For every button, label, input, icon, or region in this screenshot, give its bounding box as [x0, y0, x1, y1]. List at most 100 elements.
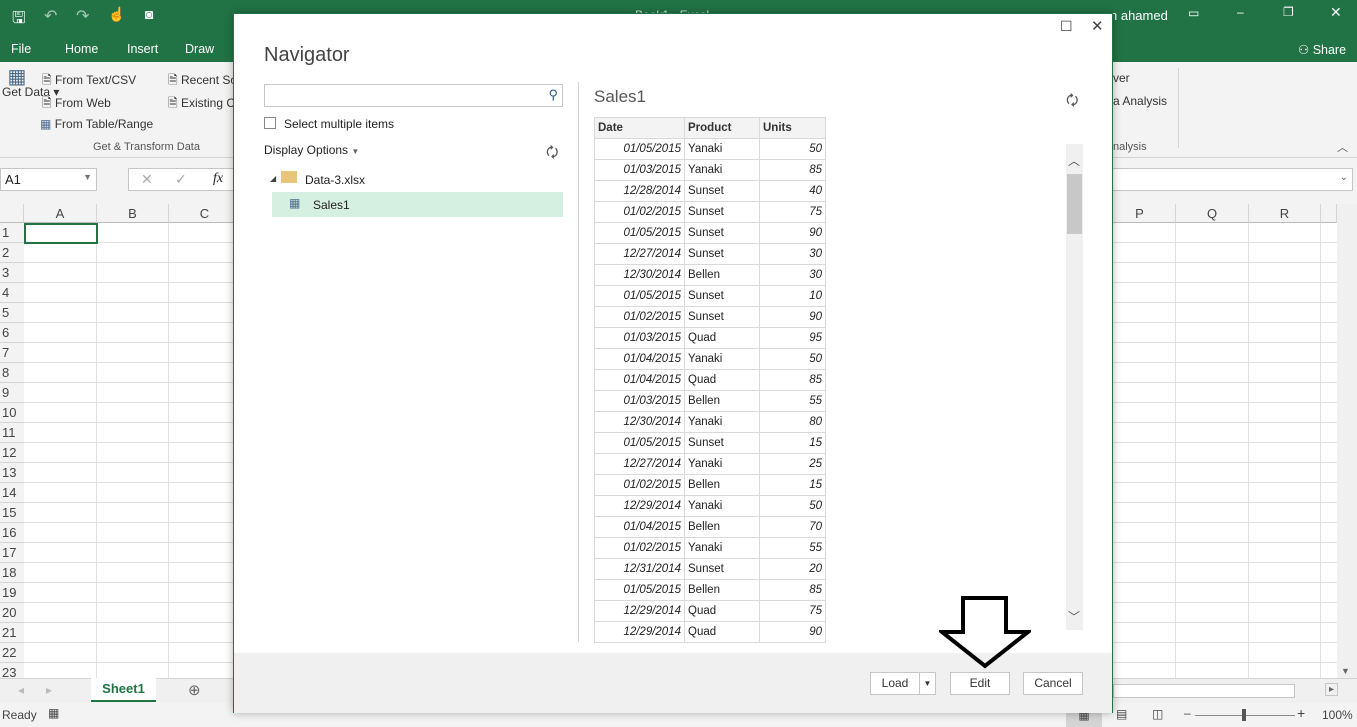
edit-button[interactable]: Edit — [950, 672, 1010, 695]
refresh-icon[interactable]: 🗘 — [546, 142, 559, 166]
row-header[interactable]: 18 — [0, 563, 24, 583]
check-icon[interactable]: ✓ — [175, 171, 187, 188]
row-header[interactable]: 15 — [0, 503, 24, 523]
prev-sheet-icon[interactable]: ◂ — [18, 683, 24, 697]
page-break-icon[interactable]: ◫ — [1152, 707, 1163, 721]
row-header[interactable]: 19 — [0, 583, 24, 603]
row-header[interactable]: 7 — [0, 343, 24, 363]
active-cell[interactable] — [24, 223, 98, 244]
tree-file-item[interactable]: Data-3.xlsx — [305, 173, 365, 187]
sheet-tab-sheet1[interactable]: Sheet1 — [91, 678, 156, 702]
camera-icon[interactable]: ◙ — [145, 6, 153, 22]
redo-icon[interactable]: ↷ — [76, 6, 89, 26]
existing-connections-button[interactable]: 🗎 Existing C — [168, 94, 235, 115]
column-header-b[interactable]: B — [97, 204, 169, 223]
save-icon[interactable]: 🖫 — [12, 7, 26, 34]
ribbon-item-solver[interactable]: ver — [1113, 71, 1130, 85]
row-header[interactable]: 9 — [0, 383, 24, 403]
scrollbar-thumb[interactable] — [1067, 174, 1082, 234]
row-header[interactable]: 13 — [0, 463, 24, 483]
zoom-slider-thumb[interactable] — [1242, 709, 1246, 721]
close-icon[interactable]: ✕ — [1330, 4, 1342, 21]
row-header[interactable]: 1 — [0, 223, 24, 243]
from-web-button[interactable]: 🗎 From Web — [42, 94, 111, 115]
row-header[interactable]: 22 — [0, 643, 24, 663]
expand-formula-icon[interactable]: ⌄ — [1340, 172, 1348, 183]
minimize-icon[interactable]: – — [1237, 5, 1244, 19]
column-header-c[interactable]: C — [169, 204, 241, 223]
table-row: 01/02/2015 Sunset 90 — [594, 306, 826, 328]
insert-function-icon[interactable]: fx — [213, 171, 223, 187]
display-options-dropdown[interactable]: Display Options ▼ — [264, 143, 359, 157]
select-multiple-checkbox[interactable] — [264, 117, 276, 129]
row-header[interactable]: 6 — [0, 323, 24, 343]
tab-insert[interactable]: Insert — [127, 42, 158, 56]
maximize-icon[interactable]: ☐ — [1060, 18, 1073, 35]
name-box[interactable]: A1 ▼ — [0, 168, 97, 191]
row-header[interactable]: 14 — [0, 483, 24, 503]
collapse-ribbon-icon[interactable]: ︿ — [1337, 139, 1348, 155]
scroll-right-icon[interactable]: ▸ — [1325, 683, 1339, 696]
tab-file[interactable]: File — [11, 42, 31, 56]
zoom-level[interactable]: 100% — [1322, 708, 1353, 722]
vertical-scrollbar[interactable]: ▼ — [1337, 204, 1357, 678]
zoom-in-icon[interactable]: + — [1297, 705, 1305, 721]
touch-mode-icon[interactable]: ☝ — [108, 6, 125, 23]
cancel-button[interactable]: Cancel — [1023, 672, 1083, 695]
page-layout-icon[interactable]: ▤ — [1116, 707, 1127, 721]
macro-record-icon[interactable]: ▦ — [48, 706, 59, 720]
preview-refresh-icon[interactable]: 🗘 — [1066, 90, 1079, 114]
table-row: 01/04/2015 Bellen 70 — [594, 516, 826, 538]
column-header-r[interactable]: R — [1249, 204, 1321, 223]
row-header[interactable]: 4 — [0, 283, 24, 303]
column-header-a[interactable]: A — [24, 204, 97, 223]
from-text-csv-button[interactable]: 🗎 From Text/CSV — [42, 71, 136, 92]
cancel-icon[interactable]: ✕ — [141, 171, 153, 188]
undo-icon[interactable]: ↶ — [44, 6, 57, 26]
search-box[interactable]: ⚲ — [264, 84, 563, 107]
table-row: 01/05/2015 Bellen 85 — [594, 579, 826, 601]
search-icon[interactable]: ⚲ — [548, 87, 558, 103]
row-header[interactable]: 8 — [0, 363, 24, 383]
select-all-corner[interactable] — [0, 204, 24, 223]
select-multiple-label[interactable]: Select multiple items — [284, 117, 394, 131]
dialog-close-icon[interactable]: ✕ — [1091, 17, 1104, 35]
zoom-out-icon[interactable]: – — [1184, 706, 1191, 720]
search-input[interactable] — [268, 85, 538, 105]
next-sheet-icon[interactable]: ▸ — [46, 683, 52, 697]
scroll-up-icon[interactable]: ︿ — [1068, 152, 1080, 169]
get-data-button[interactable]: ▦ Get Data ▾ — [2, 67, 59, 100]
row-header[interactable]: 3 — [0, 263, 24, 283]
cell-date: 01/04/2015 — [594, 369, 685, 391]
scroll-down-icon[interactable]: ▼ — [1341, 666, 1350, 676]
restore-icon[interactable]: ❐ — [1283, 5, 1294, 19]
row-header[interactable]: 5 — [0, 303, 24, 323]
expand-triangle-icon[interactable]: ◢ — [270, 174, 276, 183]
row-header[interactable]: 17 — [0, 543, 24, 563]
column-header-s[interactable] — [1321, 204, 1337, 223]
horizontal-scrollbar[interactable] — [1113, 684, 1295, 698]
row-header[interactable]: 2 — [0, 243, 24, 263]
load-dropdown-button[interactable]: ▼ — [919, 672, 936, 695]
tab-home[interactable]: Home — [65, 42, 98, 56]
from-table-range-button[interactable]: ▦ From Table/Range — [40, 117, 153, 131]
tab-draw[interactable]: Draw — [185, 42, 214, 56]
new-sheet-icon[interactable]: ⊕ — [188, 681, 201, 699]
scroll-down-icon[interactable]: ﹀ — [1068, 608, 1080, 625]
cell-date: 01/04/2015 — [594, 348, 685, 370]
row-header[interactable]: 20 — [0, 603, 24, 623]
row-header[interactable]: 16 — [0, 523, 24, 543]
row-header[interactable]: 10 — [0, 403, 24, 423]
column-header-p[interactable]: P — [1104, 204, 1176, 223]
row-header[interactable]: 21 — [0, 623, 24, 643]
row-header[interactable]: 11 — [0, 423, 24, 443]
row-header[interactable]: 12 — [0, 443, 24, 463]
recent-sources-button[interactable]: 🗎 Recent So — [168, 71, 237, 92]
load-button[interactable]: Load — [870, 672, 920, 695]
preview-scrollbar[interactable]: ︿ ﹀ — [1066, 144, 1083, 630]
share-button[interactable]: ⚇ Share — [1298, 42, 1346, 57]
tree-item-sales1[interactable]: ▦ Sales1 — [272, 192, 563, 217]
column-header-q[interactable]: Q — [1176, 204, 1249, 223]
ribbon-display-icon[interactable]: ▭ — [1188, 6, 1199, 20]
ribbon-item-data-analysis[interactable]: a Analysis — [1113, 94, 1167, 108]
